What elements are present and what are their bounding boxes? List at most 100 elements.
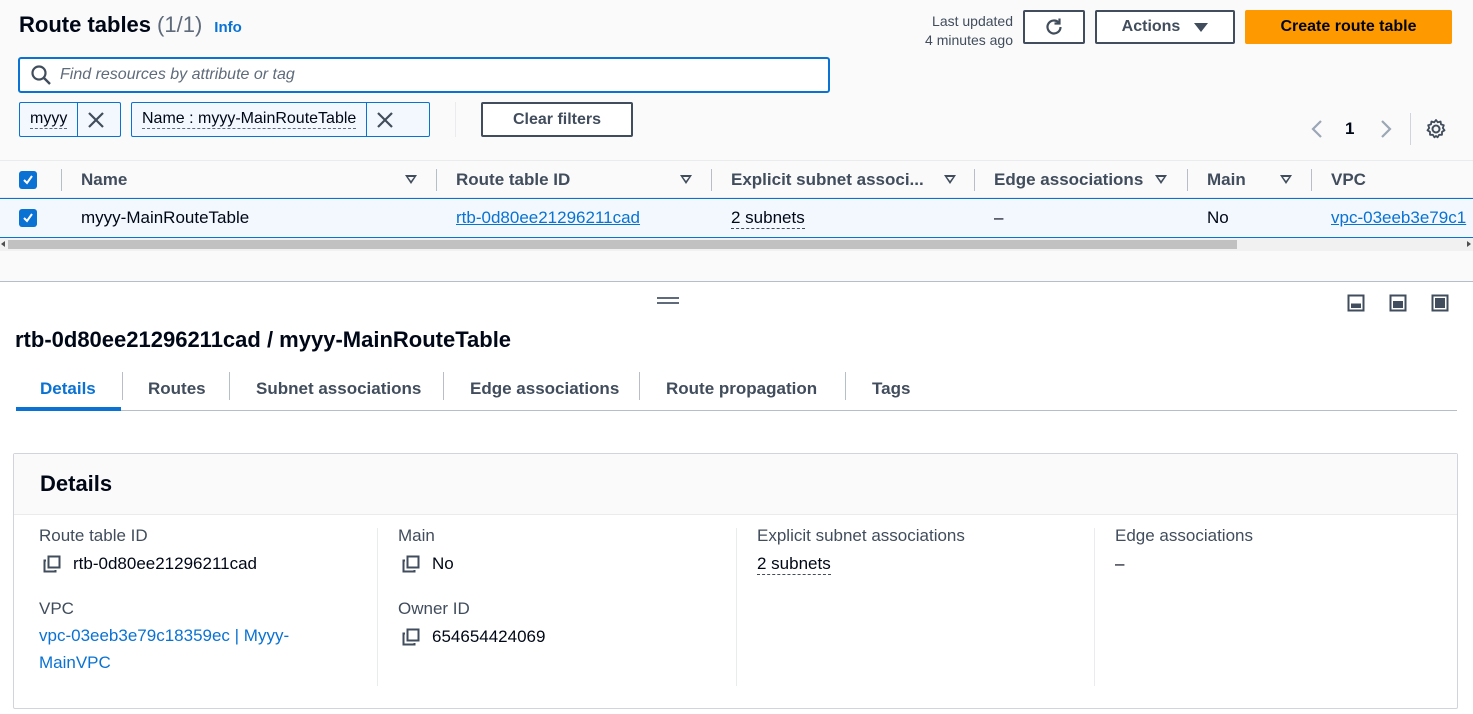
filter-token-label: myyy bbox=[30, 110, 68, 129]
tab-divider bbox=[845, 372, 846, 400]
column-header-route-table-id[interactable]: Route table ID bbox=[456, 161, 570, 199]
cell-main: No bbox=[1207, 208, 1229, 227]
panel-full-icon[interactable] bbox=[1431, 294, 1449, 312]
close-icon bbox=[88, 111, 105, 128]
copy-icon[interactable] bbox=[402, 628, 420, 646]
remove-filter-button[interactable] bbox=[366, 103, 403, 136]
caret-down-icon bbox=[1194, 22, 1209, 32]
copy-icon[interactable] bbox=[402, 555, 420, 573]
column-header-name[interactable]: Name bbox=[81, 161, 127, 199]
search-icon bbox=[31, 65, 51, 85]
refresh-button[interactable] bbox=[1023, 10, 1085, 44]
vpc-label: VPC bbox=[39, 599, 74, 618]
refresh-icon bbox=[1046, 18, 1062, 35]
search-input[interactable] bbox=[60, 66, 760, 84]
main-value: No bbox=[398, 554, 756, 574]
vpc-link[interactable]: vpc-03eeb3e79c1 bbox=[1331, 208, 1466, 228]
scroll-right-icon[interactable] bbox=[1467, 241, 1471, 247]
filter-token-name[interactable]: Name : myyy-MainRouteTable bbox=[131, 102, 430, 137]
explicit-subnets-popover[interactable]: 2 subnets bbox=[757, 554, 831, 575]
tab-divider bbox=[639, 372, 640, 400]
vpc-detail-link[interactable]: vpc-03eeb3e79c18359ec | Myyy- MainVPC bbox=[39, 622, 397, 676]
cell-explicit-subnets: 2 subnets bbox=[731, 199, 805, 237]
active-tab-indicator bbox=[16, 407, 121, 411]
route-table-id-label: Route table ID bbox=[39, 526, 148, 545]
chevron-left-icon[interactable] bbox=[1309, 119, 1325, 139]
cell-vpc: vpc-03eeb3e79c1 bbox=[1331, 199, 1466, 237]
panel-side-icon[interactable] bbox=[1389, 294, 1407, 312]
clear-filters-button[interactable]: Clear filters bbox=[481, 102, 633, 137]
table-header: Name Route table ID Explicit subnet asso… bbox=[0, 160, 1473, 198]
filter-divider bbox=[455, 102, 456, 137]
chevron-right-icon[interactable] bbox=[1378, 119, 1394, 139]
last-updated: Last updated 4 minutes ago bbox=[900, 12, 1013, 50]
cell-edge: – bbox=[994, 208, 1004, 227]
gear-icon[interactable] bbox=[1425, 118, 1447, 140]
split-panel-divider bbox=[0, 281, 1473, 282]
column-header-edge[interactable]: Edge associations bbox=[994, 161, 1143, 199]
tab-subnet-associations[interactable]: Subnet associations bbox=[256, 368, 421, 410]
panel-bottom-icon[interactable] bbox=[1347, 294, 1365, 312]
search-field[interactable] bbox=[18, 57, 830, 93]
details-column-2: Main No Owner ID 654654424069 bbox=[398, 526, 756, 686]
info-link[interactable]: Info bbox=[214, 19, 242, 36]
scrollbar-thumb[interactable] bbox=[8, 240, 1237, 249]
column-header-explicit-subnet[interactable]: Explicit subnet associ... bbox=[731, 161, 924, 199]
column-header-main[interactable]: Main bbox=[1207, 161, 1246, 199]
sort-icon[interactable] bbox=[1155, 175, 1167, 184]
create-route-table-button[interactable]: Create route table bbox=[1245, 10, 1452, 44]
page-title: Route tables bbox=[19, 12, 152, 37]
tab-edge-associations[interactable]: Edge associations bbox=[470, 368, 619, 410]
owner-id-value: 654654424069 bbox=[398, 627, 756, 647]
scroll-left-icon[interactable] bbox=[1, 241, 5, 247]
column-divider[interactable] bbox=[1311, 169, 1312, 191]
main-text: No bbox=[432, 554, 454, 573]
tab-divider bbox=[122, 372, 123, 400]
column-divider bbox=[61, 169, 62, 191]
close-icon bbox=[377, 111, 394, 128]
column-divider[interactable] bbox=[436, 169, 437, 191]
sort-icon[interactable] bbox=[944, 175, 956, 184]
remove-filter-button[interactable] bbox=[77, 103, 114, 136]
sort-icon[interactable] bbox=[405, 175, 417, 184]
actions-button[interactable]: Actions bbox=[1095, 10, 1235, 44]
details-column-4: Edge associations – bbox=[1115, 526, 1473, 686]
details-column-1: Route table ID rtb-0d80ee21296211cad VPC… bbox=[39, 526, 397, 686]
details-panel: Details Route table ID rtb-0d80ee2129621… bbox=[13, 453, 1458, 709]
copy-icon[interactable] bbox=[43, 555, 61, 573]
owner-id-text: 654654424069 bbox=[432, 627, 546, 646]
sort-icon[interactable] bbox=[1280, 175, 1292, 184]
cell-name: myyy-MainRouteTable bbox=[81, 208, 250, 227]
edge-associations-label: Edge associations bbox=[1115, 526, 1253, 545]
last-updated-label: Last updated bbox=[932, 13, 1013, 29]
main-label: Main bbox=[398, 526, 435, 545]
table-row[interactable]: myyy-MainRouteTable rtb-0d80ee21296211ca… bbox=[0, 198, 1473, 238]
tab-routes[interactable]: Routes bbox=[148, 368, 206, 410]
filter-token-myyy[interactable]: myyy bbox=[19, 102, 121, 137]
route-table-id-text: rtb-0d80ee21296211cad bbox=[73, 554, 258, 573]
column-divider bbox=[736, 528, 737, 686]
row-checkbox[interactable] bbox=[19, 209, 37, 227]
sort-icon[interactable] bbox=[680, 175, 692, 184]
tab-divider bbox=[229, 372, 230, 400]
explicit-subnet-label: Explicit subnet associations bbox=[757, 526, 965, 545]
horizontal-scrollbar[interactable] bbox=[0, 238, 1473, 251]
select-all-checkbox[interactable] bbox=[19, 171, 37, 189]
column-divider[interactable] bbox=[974, 169, 975, 191]
tab-details[interactable]: Details bbox=[40, 368, 96, 410]
detail-title: rtb-0d80ee21296211cad / myyy-MainRouteTa… bbox=[15, 327, 512, 352]
column-divider[interactable] bbox=[711, 169, 712, 191]
column-header-vpc[interactable]: VPC bbox=[1331, 161, 1366, 199]
route-table-id-link[interactable]: rtb-0d80ee21296211cad bbox=[456, 208, 640, 228]
column-divider[interactable] bbox=[1187, 169, 1188, 191]
last-updated-time: 4 minutes ago bbox=[925, 32, 1013, 48]
check-icon bbox=[23, 175, 33, 185]
tab-divider bbox=[443, 372, 444, 400]
page-number[interactable]: 1 bbox=[1345, 119, 1354, 139]
drag-handle-icon[interactable] bbox=[657, 297, 679, 305]
clear-filters-label: Clear filters bbox=[512, 110, 602, 128]
check-icon bbox=[23, 213, 33, 223]
explicit-subnets-popover[interactable]: 2 subnets bbox=[731, 208, 805, 229]
tab-route-propagation[interactable]: Route propagation bbox=[666, 368, 817, 410]
tab-tags[interactable]: Tags bbox=[872, 368, 910, 410]
